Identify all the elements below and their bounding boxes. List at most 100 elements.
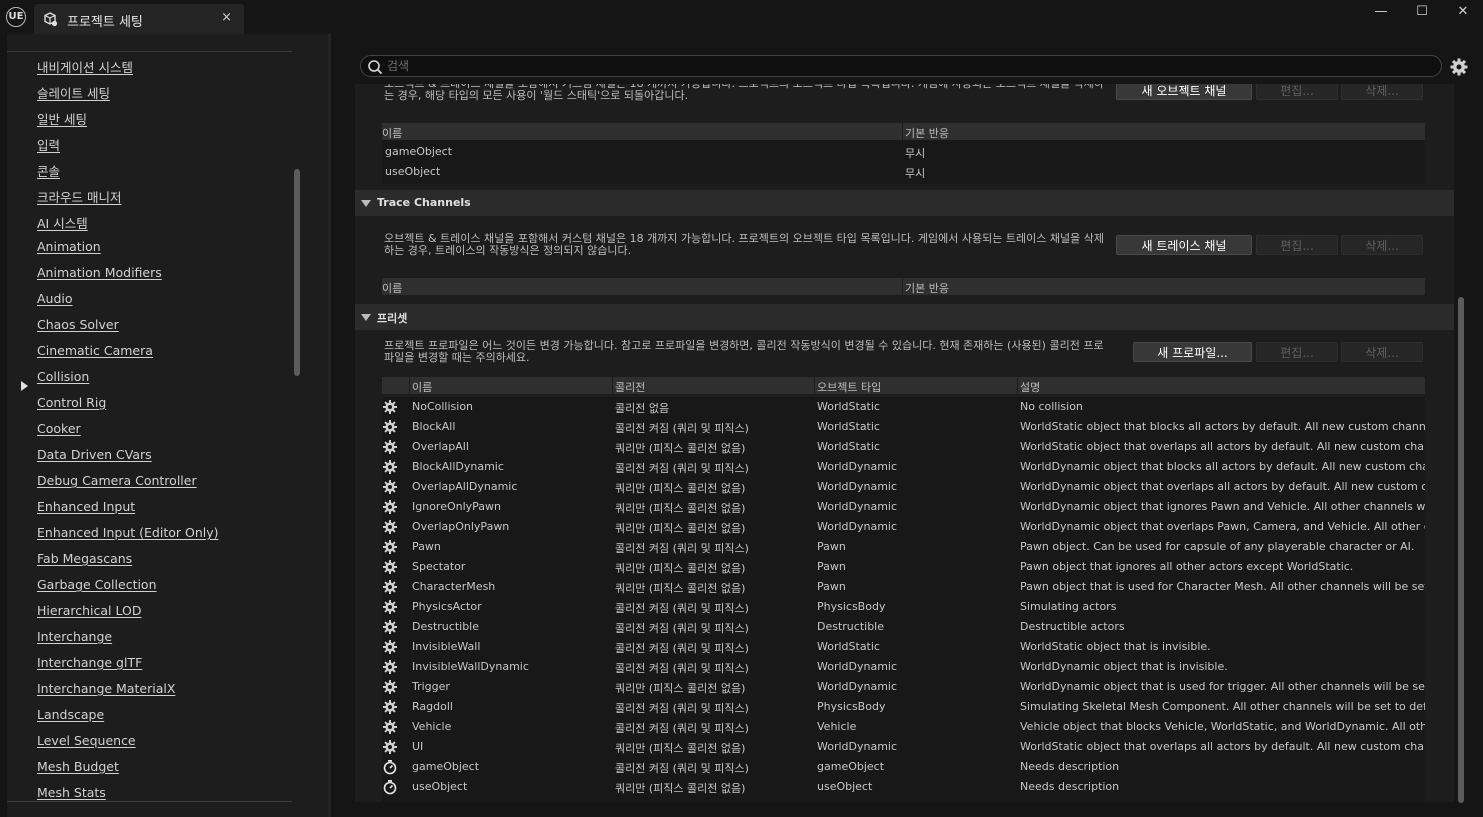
table-row[interactable]: InvisibleWall 콜리전 켜짐 (쿼리 및 피직스) WorldStati… xyxy=(382,637,1425,657)
search-input[interactable] xyxy=(387,58,1427,74)
sidebar-item[interactable]: Garbage Collection xyxy=(37,577,157,592)
unreal-logo-icon: UE xyxy=(6,7,26,27)
sidebar-item[interactable]: Cinematic Camera xyxy=(37,343,153,358)
sidebar-item[interactable]: Landscape xyxy=(37,707,104,722)
row-collision: 쿼리만 (피직스 콜리전 없음) xyxy=(615,582,746,595)
sidebar-item[interactable]: Chaos Solver xyxy=(37,317,119,332)
table-row[interactable]: CharacterMesh 쿼리만 (피직스 콜리전 없음) Pawn Pawn ob… xyxy=(382,577,1425,597)
gear-icon xyxy=(383,560,397,574)
sidebar-item[interactable]: Debug Camera Controller xyxy=(37,473,197,488)
sidebar-item[interactable]: Data Driven CVars xyxy=(37,447,152,462)
close-window-button[interactable]: ✕ xyxy=(1451,4,1475,22)
col-object-type[interactable]: 오브젝트 타입 xyxy=(817,379,881,395)
tab-project-settings[interactable]: 프로젝트 세팅 × xyxy=(34,4,244,34)
sidebar-item[interactable]: Interchange xyxy=(37,629,112,644)
row-name: Ragdoll xyxy=(412,700,453,713)
col-description[interactable]: 설명 xyxy=(1020,379,1040,395)
table-row[interactable]: BlockAllDynamic 콜리전 켜짐 (쿼리 및 피직스) WorldDyn… xyxy=(382,457,1425,477)
table-row[interactable]: gameObject 무시 xyxy=(382,142,1425,162)
sidebar-item[interactable]: Fab Megascans xyxy=(37,551,132,566)
sidebar-item[interactable]: Mesh Stats xyxy=(37,785,106,800)
table-row[interactable]: UI 쿼리만 (피직스 콜리전 없음) WorldDynamic WorldStati… xyxy=(382,737,1425,757)
row-collision: 콜리전 켜짐 (쿼리 및 피직스) xyxy=(615,662,749,675)
sidebar-item[interactable]: Level Sequence xyxy=(37,733,136,748)
sidebar-item[interactable]: Collision xyxy=(37,369,89,384)
content-scrollbar[interactable] xyxy=(1458,297,1464,803)
table-row[interactable]: gameObject 콜리전 켜짐 (쿼리 및 피직스) gameObject Nee… xyxy=(382,757,1425,777)
edit-object-channel-button[interactable]: 편집... xyxy=(1256,84,1338,100)
col-name[interactable]: 이름 xyxy=(382,125,402,141)
sidebar-item[interactable]: Enhanced Input xyxy=(37,499,135,514)
table-row[interactable]: OverlapAll 쿼리만 (피직스 콜리전 없음) WorldStatic Wor… xyxy=(382,437,1425,457)
minimize-button[interactable]: — xyxy=(1369,4,1393,22)
delete-profile-button[interactable]: 삭제... xyxy=(1341,342,1423,362)
column-divider xyxy=(409,377,410,394)
collapse-arrow-icon xyxy=(361,314,371,321)
table-row[interactable]: OverlapAllDynamic 쿼리만 (피직스 콜리전 없음) WorldDy… xyxy=(382,477,1425,497)
panel-splitter[interactable] xyxy=(328,34,331,817)
sidebar-item[interactable]: Control Rig xyxy=(37,395,106,410)
col-response[interactable]: 기본 반응 xyxy=(905,280,949,296)
presets-header[interactable]: 프리셋 xyxy=(355,304,1454,330)
row-object-type: WorldDynamic xyxy=(817,660,898,673)
column-divider xyxy=(612,377,613,394)
table-row[interactable]: Spectator 쿼리만 (피직스 콜리전 없음) Pawn Pawn object… xyxy=(382,557,1425,577)
sidebar-scrollbar[interactable] xyxy=(294,169,300,376)
sidebar-item[interactable]: Hierarchical LOD xyxy=(37,603,141,618)
sidebar-item[interactable]: 내비게이션 시스템 xyxy=(37,57,133,76)
row-name: BlockAllDynamic xyxy=(412,460,504,473)
sidebar-item[interactable]: 일반 세팅 xyxy=(37,109,87,128)
row-object-type: WorldStatic xyxy=(817,400,880,413)
sidebar-item[interactable]: Enhanced Input (Editor Only) xyxy=(37,525,219,540)
col-response[interactable]: 기본 반응 xyxy=(905,125,949,141)
delete-object-channel-button[interactable]: 삭제... xyxy=(1341,84,1423,100)
table-row[interactable]: Destructible 콜리전 켜짐 (쿼리 및 피직스) Destructibl… xyxy=(382,617,1425,637)
sidebar-item[interactable]: Cooker xyxy=(37,421,81,436)
row-name: Trigger xyxy=(412,680,450,693)
table-row[interactable]: Pawn 콜리전 켜짐 (쿼리 및 피직스) Pawn Pawn object. Ca… xyxy=(382,537,1425,557)
table-row[interactable]: useObject 무시 xyxy=(382,162,1425,182)
sidebar-item[interactable]: Interchange glTF xyxy=(37,655,142,670)
row-collision: 콜리전 켜짐 (쿼리 및 피직스) xyxy=(615,702,749,715)
row-description: Destructible actors xyxy=(1020,620,1125,633)
delete-trace-channel-button[interactable]: 삭제... xyxy=(1341,235,1423,255)
table-row[interactable]: OverlapOnlyPawn 쿼리만 (피직스 콜리전 없음) WorldDyna… xyxy=(382,517,1425,537)
table-row[interactable]: Ragdoll 콜리전 켜짐 (쿼리 및 피직스) PhysicsBody Simul… xyxy=(382,697,1425,717)
edit-trace-channel-button[interactable]: 편집... xyxy=(1256,235,1338,255)
gear-icon[interactable] xyxy=(1449,57,1469,77)
trace-channels-header[interactable]: Trace Channels xyxy=(355,190,1454,216)
sidebar-item[interactable]: Mesh Budget xyxy=(37,759,119,774)
table-row[interactable]: PhysicsActor 콜리전 켜짐 (쿼리 및 피직스) PhysicsBody… xyxy=(382,597,1425,617)
sidebar-item[interactable]: Interchange MaterialX xyxy=(37,681,175,696)
sidebar-item[interactable]: 크라우드 매니저 xyxy=(37,187,121,206)
sidebar-item[interactable]: Animation Modifiers xyxy=(37,265,162,280)
sidebar-item[interactable]: Animation xyxy=(37,239,101,254)
row-collision: 콜리전 켜짐 (쿼리 및 피직스) xyxy=(615,422,749,435)
table-row[interactable]: Vehicle 콜리전 켜짐 (쿼리 및 피직스) Vehicle Vehicle o… xyxy=(382,717,1425,737)
tab-close-icon[interactable]: × xyxy=(221,10,232,25)
table-row[interactable]: InvisibleWallDynamic 콜리전 켜짐 (쿼리 및 피직스) Wor… xyxy=(382,657,1425,677)
search-box[interactable] xyxy=(360,55,1442,77)
table-row[interactable]: IgnoreOnlyPawn 쿼리만 (피직스 콜리전 없음) WorldDynam… xyxy=(382,497,1425,517)
sidebar-item[interactable]: 콘솔 xyxy=(37,161,60,180)
col-collision[interactable]: 콜리전 xyxy=(615,379,645,395)
row-name: InvisibleWallDynamic xyxy=(412,660,529,673)
table-row[interactable]: NoCollision 콜리전 없음 WorldStatic No collision xyxy=(382,397,1425,417)
sidebar-item[interactable]: Audio xyxy=(37,291,73,306)
table-row[interactable]: Trigger 쿼리만 (피직스 콜리전 없음) WorldDynamic World… xyxy=(382,677,1425,697)
row-collision: 콜리전 켜짐 (쿼리 및 피직스) xyxy=(615,642,749,655)
new-trace-channel-button[interactable]: 새 트레이스 채널 xyxy=(1116,235,1252,255)
row-description: WorldStatic object that overlaps all act… xyxy=(1020,440,1425,453)
edit-profile-button[interactable]: 편집... xyxy=(1256,342,1338,362)
new-object-channel-button[interactable]: 새 오브젝트 채널 xyxy=(1116,84,1252,100)
sidebar-item[interactable]: 입력 xyxy=(37,135,60,154)
col-name[interactable]: 이름 xyxy=(412,379,432,395)
table-row[interactable]: BlockAll 콜리전 켜짐 (쿼리 및 피직스) WorldStatic Worl… xyxy=(382,417,1425,437)
maximize-button[interactable]: ☐ xyxy=(1410,4,1434,22)
sidebar-item[interactable]: AI 시스템 xyxy=(37,213,88,232)
sidebar-item[interactable]: 슬레이트 세팅 xyxy=(37,83,110,102)
new-profile-button[interactable]: 새 프로파일... xyxy=(1133,342,1252,362)
table-row[interactable]: useObject 쿼리만 (피직스 콜리전 없음) useObject Needs … xyxy=(382,777,1425,797)
row-description: WorldDynamic object that overlaps all ac… xyxy=(1020,480,1425,493)
col-name[interactable]: 이름 xyxy=(382,280,402,296)
